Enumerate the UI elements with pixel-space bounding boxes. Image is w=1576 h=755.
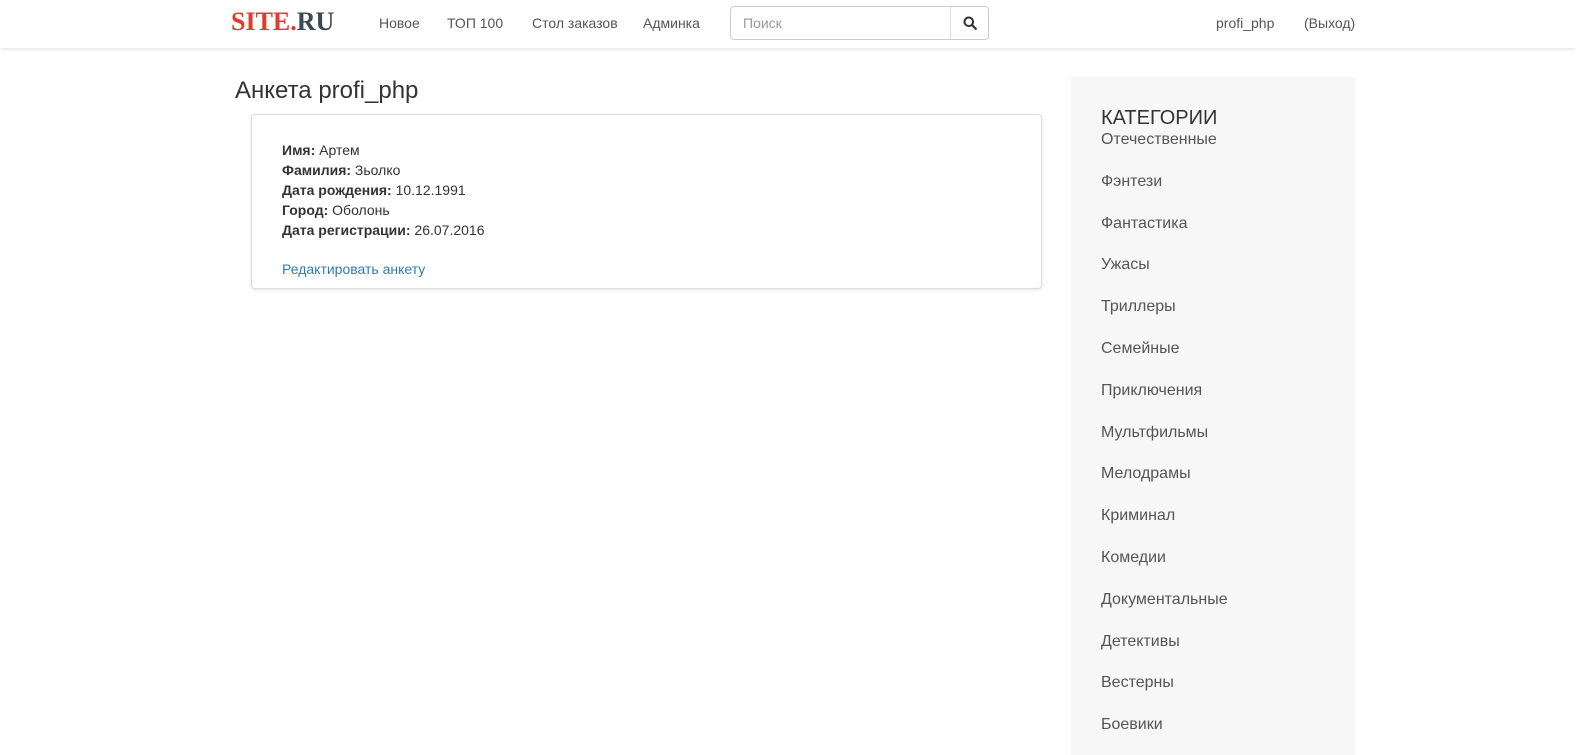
category-link[interactable]: Мелодрамы bbox=[1101, 465, 1191, 482]
field-label: Фамилия: bbox=[282, 162, 352, 178]
logo-part-ru: RU bbox=[296, 7, 335, 36]
logout-link[interactable]: (Выход) bbox=[1304, 14, 1355, 32]
field-value: 10.12.1991 bbox=[395, 182, 466, 198]
category-item: Семейные bbox=[1101, 338, 1228, 380]
category-link[interactable]: Вестерны bbox=[1101, 674, 1174, 691]
category-item: Фэнтези bbox=[1101, 171, 1228, 213]
field-label: Город: bbox=[282, 202, 329, 218]
field-value: Артем bbox=[319, 142, 360, 158]
category-item: Триллеры bbox=[1101, 296, 1228, 338]
category-link[interactable]: Фэнтези bbox=[1101, 173, 1162, 190]
category-item: Вестерны bbox=[1101, 672, 1228, 714]
field-value: Оболонь bbox=[332, 202, 390, 218]
categories-sidebar: КАТЕГОРИИ Отечественные Фэнтези Фантасти… bbox=[1071, 77, 1355, 755]
field-label: Имя: bbox=[282, 142, 316, 158]
site-logo[interactable]: SITE.RU bbox=[231, 7, 334, 37]
edit-profile-link[interactable]: Редактировать анкету bbox=[282, 260, 425, 278]
category-item: Отечественные bbox=[1101, 129, 1228, 171]
field-label: Дата регистрации: bbox=[282, 222, 411, 238]
nav-link-top100[interactable]: ТОП 100 bbox=[447, 14, 503, 32]
sidebar-title: КАТЕГОРИИ bbox=[1101, 107, 1218, 129]
search-icon bbox=[963, 16, 977, 30]
profile-field-surname: Фамилия: Зьолко bbox=[282, 161, 400, 179]
category-item: Криминал bbox=[1101, 505, 1228, 547]
category-item: Ужасы bbox=[1101, 254, 1228, 296]
category-link[interactable]: Фантастика bbox=[1101, 215, 1187, 232]
profile-field-birthdate: Дата рождения: 10.12.1991 bbox=[282, 181, 466, 199]
category-item: Комедии bbox=[1101, 547, 1228, 589]
category-item: Мелодрамы bbox=[1101, 463, 1228, 505]
profile-field-registration-date: Дата регистрации: 26.07.2016 bbox=[282, 221, 485, 239]
logo-part-site: SITE. bbox=[231, 7, 297, 36]
field-value: 26.07.2016 bbox=[414, 222, 485, 238]
category-item: Боевики bbox=[1101, 714, 1228, 755]
category-item: Мультфильмы bbox=[1101, 422, 1228, 464]
category-link[interactable]: Боевики bbox=[1101, 716, 1163, 733]
category-item: Документальные bbox=[1101, 589, 1228, 631]
category-link[interactable]: Триллеры bbox=[1101, 298, 1176, 315]
category-link[interactable]: Документальные bbox=[1101, 591, 1228, 608]
category-list: Отечественные Фэнтези Фантастика Ужасы Т… bbox=[1101, 129, 1228, 755]
category-link[interactable]: Детективы bbox=[1101, 633, 1180, 650]
search-button[interactable] bbox=[951, 7, 988, 39]
field-value: Зьолко bbox=[354, 162, 401, 178]
category-link[interactable]: Криминал bbox=[1101, 507, 1175, 524]
category-link[interactable]: Приключения bbox=[1101, 382, 1202, 399]
profile-field-name: Имя: Артем bbox=[282, 141, 360, 159]
category-link[interactable]: Семейные bbox=[1101, 340, 1180, 357]
category-item: Приключения bbox=[1101, 380, 1228, 422]
profile-field-city: Город: Оболонь bbox=[282, 201, 390, 219]
field-label: Дата рождения: bbox=[282, 182, 392, 198]
nav-link-admin[interactable]: Админка bbox=[643, 14, 700, 32]
nav-link-new[interactable]: Новое bbox=[379, 14, 420, 32]
nav-user-profile-link[interactable]: profi_php bbox=[1216, 14, 1274, 32]
nav-link-orders[interactable]: Стол заказов bbox=[532, 14, 618, 32]
page-title: Анкета profi_php bbox=[235, 77, 419, 104]
category-item: Детективы bbox=[1101, 631, 1228, 673]
category-link[interactable]: Мультфильмы bbox=[1101, 424, 1208, 441]
category-link[interactable]: Ужасы bbox=[1101, 256, 1150, 273]
category-link[interactable]: Отечественные bbox=[1101, 131, 1217, 148]
search-input[interactable] bbox=[731, 7, 951, 39]
profile-card: Имя: Артем Фамилия: Зьолко Дата рождения… bbox=[251, 114, 1042, 289]
top-navbar: SITE.RU Новое ТОП 100 Стол заказов Админ… bbox=[0, 0, 1576, 48]
search-box bbox=[730, 6, 989, 40]
category-item: Фантастика bbox=[1101, 213, 1228, 255]
category-link[interactable]: Комедии bbox=[1101, 549, 1166, 566]
